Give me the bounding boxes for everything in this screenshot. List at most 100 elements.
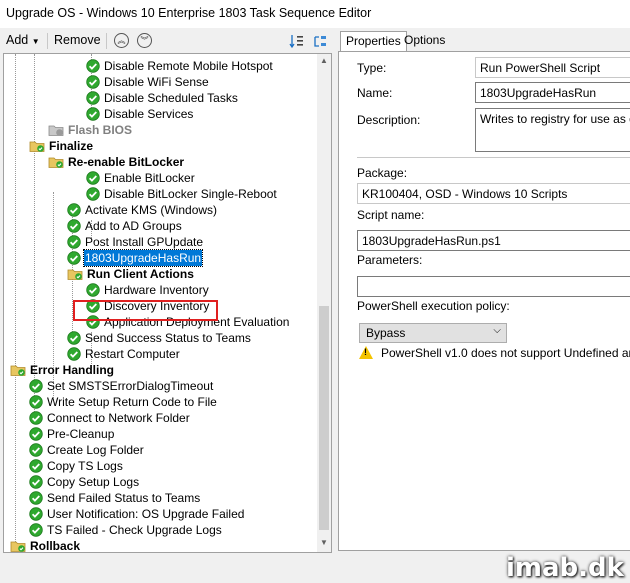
folder-icon: [67, 267, 83, 281]
tree-step-item[interactable]: Hardware Inventory: [86, 282, 210, 298]
tree-item-label: Run Client Actions: [87, 267, 194, 281]
success-check-icon: [86, 91, 100, 105]
tree-item-label: Write Setup Return Code to File: [47, 395, 217, 409]
tree-group-item[interactable]: Run Client Actions: [67, 266, 195, 282]
warning-text: PowerShell v1.0 does not support Undefin…: [381, 346, 630, 360]
tree-step-item[interactable]: Disable Services: [86, 106, 194, 122]
watermark-logo: imab.dk: [506, 553, 624, 583]
vertical-scrollbar[interactable]: ▲ ▼: [317, 54, 331, 552]
success-check-icon: [29, 427, 43, 441]
scrollbar-thumb[interactable]: [319, 306, 329, 530]
tree-item-label: Re-enable BitLocker: [68, 155, 185, 169]
tree-step-item[interactable]: Add to AD Groups: [67, 218, 183, 234]
tree-step-item[interactable]: Set SMSTSErrorDialogTimeout: [29, 378, 214, 394]
tree-step-item[interactable]: Disable Remote Mobile Hotspot: [86, 58, 274, 74]
remove-button[interactable]: Remove: [54, 33, 101, 47]
tree-item-label: Enable BitLocker: [104, 171, 195, 185]
tree-item-label: Set SMSTSErrorDialogTimeout: [47, 379, 214, 393]
script-name-input[interactable]: 1803UpgradeHasRun.ps1: [357, 230, 630, 251]
scroll-up-icon[interactable]: ▲: [320, 56, 328, 65]
move-up-icon[interactable]: ︽: [114, 33, 129, 48]
parameters-input[interactable]: [357, 276, 630, 297]
success-check-icon: [67, 235, 81, 249]
tree-step-item[interactable]: Connect to Network Folder: [29, 410, 191, 426]
tree-item-label: Disable WiFi Sense: [104, 75, 209, 89]
tree-step-item[interactable]: Restart Computer: [67, 346, 181, 362]
tree-step-item[interactable]: Disable Scheduled Tasks: [86, 90, 239, 106]
folder-icon: [29, 139, 45, 153]
tree-step-item[interactable]: 1803UpgradeHasRun: [67, 249, 204, 267]
tree-step-item[interactable]: TS Failed - Check Upgrade Logs: [29, 522, 223, 538]
window-title: Upgrade OS - Windows 10 Enterprise 1803 …: [6, 6, 372, 20]
tree-item-label: TS Failed - Check Upgrade Logs: [47, 523, 222, 537]
tree-step-item[interactable]: Pre-Cleanup: [29, 426, 115, 442]
chevron-down-icon: ⌵: [493, 325, 501, 336]
tree-item-label: Send Success Status to Teams: [85, 331, 251, 345]
tree-step-item[interactable]: Activate KMS (Windows): [67, 202, 218, 218]
tree-item-label: Finalize: [49, 139, 94, 153]
policy-warning: ! PowerShell v1.0 does not support Undefi…: [359, 346, 630, 362]
section-divider: [357, 157, 630, 158]
success-check-icon: [29, 395, 43, 409]
success-check-icon: [86, 75, 100, 89]
success-check-icon: [29, 507, 43, 521]
tree-step-item[interactable]: Disable BitLocker Single-Reboot: [86, 186, 278, 202]
tree-group-item[interactable]: Flash BIOS: [48, 122, 133, 138]
tree-step-item[interactable]: Copy TS Logs: [29, 458, 124, 474]
tree-step-item[interactable]: Send Failed Status to Teams: [29, 490, 201, 506]
type-field: Run PowerShell Script: [475, 57, 630, 78]
tree-step-item[interactable]: Write Setup Return Code to File: [29, 394, 218, 410]
property-tabs: Properties Options: [338, 29, 630, 51]
tree-group-item[interactable]: Finalize: [29, 138, 94, 154]
tree-step-item[interactable]: Disable WiFi Sense: [86, 74, 210, 90]
name-input[interactable]: 1803UpgradeHasRun: [475, 82, 630, 103]
tree-item-label: User Notification: OS Upgrade Failed: [47, 507, 245, 521]
tree-step-item[interactable]: User Notification: OS Upgrade Failed: [29, 506, 245, 522]
tree-item-label: Pre-Cleanup: [47, 427, 115, 441]
execution-policy-value: Bypass: [366, 326, 406, 340]
chevron-down-icon: ▼: [31, 37, 40, 46]
refresh-icon[interactable]: [312, 33, 328, 49]
tree-item-label: 1803UpgradeHasRun: [82, 249, 204, 267]
execution-policy-select[interactable]: Bypass ⌵: [359, 323, 507, 343]
tab-properties[interactable]: Properties: [340, 31, 407, 51]
package-field: KR100404, OSD - Windows 10 Scripts: [357, 183, 630, 204]
tree-group-item[interactable]: Re-enable BitLocker: [48, 154, 185, 170]
success-check-icon: [29, 379, 43, 393]
tree-step-item[interactable]: Copy Setup Logs: [29, 474, 140, 490]
tree-step-item[interactable]: Send Success Status to Teams: [67, 330, 252, 346]
tree-item-label: Send Failed Status to Teams: [47, 491, 201, 505]
success-check-icon: [67, 331, 81, 345]
tree-item-label: Hardware Inventory: [104, 283, 209, 297]
tab-options[interactable]: Options: [399, 31, 450, 51]
type-label: Type:: [357, 61, 387, 75]
tree-item-label: Disable Remote Mobile Hotspot: [104, 59, 273, 73]
tree-step-item[interactable]: Post Install GPUpdate: [67, 234, 204, 250]
tree-step-item[interactable]: Enable BitLocker: [86, 170, 196, 186]
description-input[interactable]: Writes to registry for use as detection: [475, 108, 630, 152]
folder-icon: [48, 155, 64, 169]
success-check-icon: [29, 475, 43, 489]
task-sequence-tree[interactable]: Disable Remote Mobile Hotspot Disable WiF…: [3, 53, 332, 553]
tree-step-item[interactable]: Create Log Folder: [29, 442, 145, 458]
move-down-icon[interactable]: ︾: [137, 33, 152, 48]
success-check-icon: [67, 251, 81, 265]
success-check-icon: [29, 443, 43, 457]
tree-item-label: Copy Setup Logs: [47, 475, 140, 489]
tree-group-item[interactable]: Error Handling: [10, 362, 115, 378]
title-bar: Upgrade OS - Windows 10 Enterprise 1803 …: [0, 0, 630, 28]
scroll-down-icon[interactable]: ▼: [320, 538, 328, 547]
tree-item-label: Disable BitLocker Single-Reboot: [104, 187, 277, 201]
script-name-label: Script name:: [357, 208, 425, 222]
tree-item-label: Error Handling: [30, 363, 115, 377]
sort-icon[interactable]: [289, 33, 305, 49]
tree-item-label: Copy TS Logs: [47, 459, 123, 473]
package-label: Package:: [357, 166, 408, 180]
tree-item-label: Restart Computer: [85, 347, 180, 361]
toolbar-separator: [47, 33, 48, 49]
warning-icon: !: [359, 346, 373, 359]
tree-item-label: Rollback: [30, 539, 81, 553]
add-menu-button[interactable]: Add ▼: [6, 33, 40, 47]
parameters-label: Parameters:: [357, 253, 423, 267]
tree-group-item[interactable]: Rollback: [10, 538, 81, 553]
